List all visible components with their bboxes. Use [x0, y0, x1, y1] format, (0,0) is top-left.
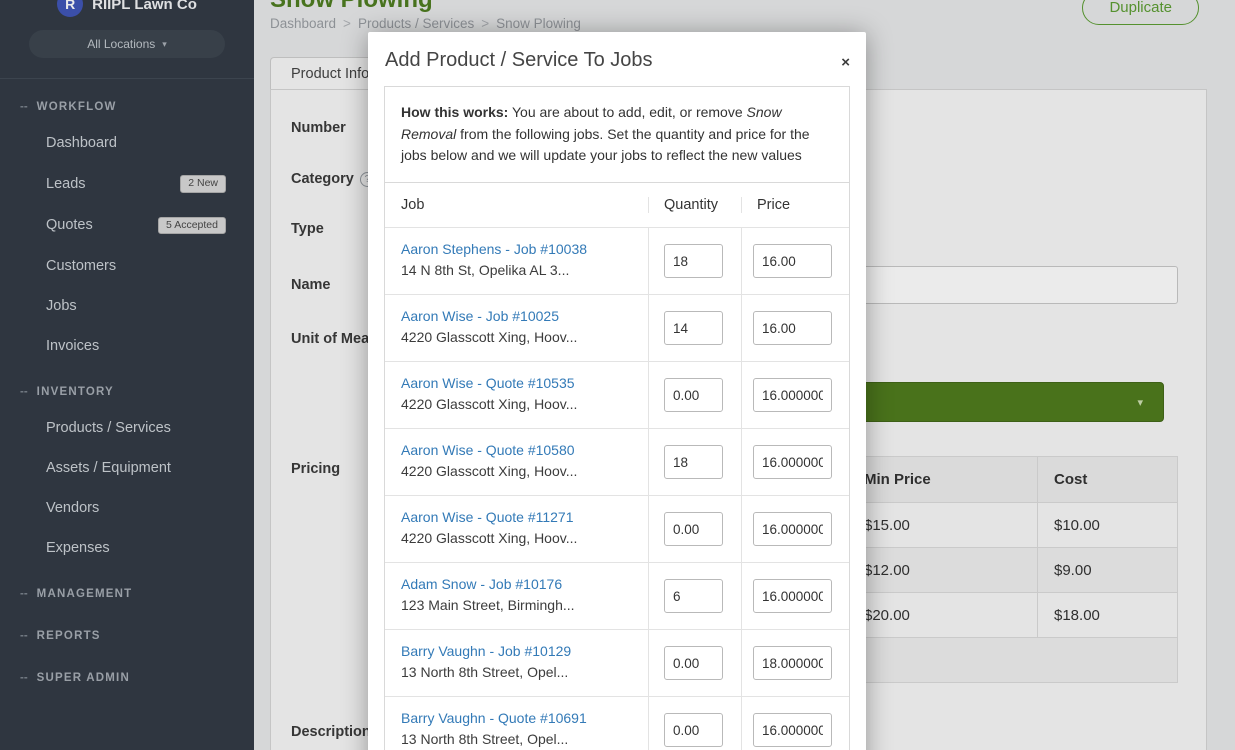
- add-product-modal: Add Product / Service To Jobs × How this…: [368, 32, 866, 750]
- job-link[interactable]: Barry Vaughn - Quote #10691: [401, 708, 634, 729]
- how-this-works-text1: You are about to add, edit, or remove: [508, 104, 746, 120]
- job-row: Barry Vaughn - Job #10129 13 North 8th S…: [385, 629, 849, 696]
- job-row: Aaron Stephens - Job #10038 14 N 8th St,…: [385, 227, 849, 294]
- price-input[interactable]: [753, 378, 832, 412]
- jobs-table-header: Job Quantity Price: [385, 183, 849, 227]
- job-address: 4220 Glasscott Xing, Hoov...: [401, 461, 634, 482]
- quantity-input[interactable]: [664, 244, 723, 278]
- job-row: Aaron Wise - Quote #10535 4220 Glasscott…: [385, 361, 849, 428]
- quantity-input[interactable]: [664, 512, 723, 546]
- job-link[interactable]: Aaron Stephens - Job #10038: [401, 239, 634, 260]
- quantity-input[interactable]: [664, 646, 723, 680]
- modal-content-box: How this works: You are about to add, ed…: [384, 86, 850, 750]
- job-address: 4220 Glasscott Xing, Hoov...: [401, 528, 634, 549]
- price-input[interactable]: [753, 713, 832, 747]
- job-link[interactable]: Aaron Wise - Job #10025: [401, 306, 634, 327]
- how-this-works-text: How this works: You are about to add, ed…: [385, 87, 849, 183]
- job-link[interactable]: Barry Vaughn - Job #10129: [401, 641, 634, 662]
- job-address: 14 N 8th St, Opelika AL 3...: [401, 260, 634, 281]
- job-link[interactable]: Aaron Wise - Quote #11271: [401, 507, 634, 528]
- job-address: 13 North 8th Street, Opel...: [401, 729, 634, 750]
- modal-title: Add Product / Service To Jobs: [385, 49, 846, 72]
- job-address: 4220 Glasscott Xing, Hoov...: [401, 394, 634, 415]
- job-address: 123 Main Street, Birmingh...: [401, 595, 634, 616]
- price-input[interactable]: [753, 445, 832, 479]
- job-address: 13 North 8th Street, Opel...: [401, 662, 634, 683]
- job-row: Aaron Wise - Quote #11271 4220 Glasscott…: [385, 495, 849, 562]
- price-input[interactable]: [753, 244, 832, 278]
- how-this-works-bold: How this works:: [401, 104, 508, 120]
- how-this-works-text2: from the following jobs. Set the quantit…: [401, 126, 810, 164]
- job-row: Aaron Wise - Job #10025 4220 Glasscott X…: [385, 294, 849, 361]
- quantity-input[interactable]: [664, 713, 723, 747]
- modal-header: Add Product / Service To Jobs ×: [368, 32, 866, 86]
- quantity-column-header: Quantity: [648, 197, 741, 213]
- job-column-header: Job: [385, 197, 648, 213]
- job-link[interactable]: Aaron Wise - Quote #10535: [401, 373, 634, 394]
- job-row: Adam Snow - Job #10176 123 Main Street, …: [385, 562, 849, 629]
- price-column-header: Price: [741, 197, 849, 213]
- job-row: Barry Vaughn - Quote #10691 13 North 8th…: [385, 696, 849, 750]
- price-input[interactable]: [753, 646, 832, 680]
- close-button[interactable]: ×: [841, 55, 850, 70]
- quantity-input[interactable]: [664, 445, 723, 479]
- quantity-input[interactable]: [664, 378, 723, 412]
- close-icon: ×: [841, 54, 850, 71]
- quantity-input[interactable]: [664, 311, 723, 345]
- price-input[interactable]: [753, 512, 832, 546]
- job-address: 4220 Glasscott Xing, Hoov...: [401, 327, 634, 348]
- price-input[interactable]: [753, 311, 832, 345]
- price-input[interactable]: [753, 579, 832, 613]
- job-row: Aaron Wise - Quote #10580 4220 Glasscott…: [385, 428, 849, 495]
- quantity-input[interactable]: [664, 579, 723, 613]
- job-link[interactable]: Adam Snow - Job #10176: [401, 574, 634, 595]
- job-link[interactable]: Aaron Wise - Quote #10580: [401, 440, 634, 461]
